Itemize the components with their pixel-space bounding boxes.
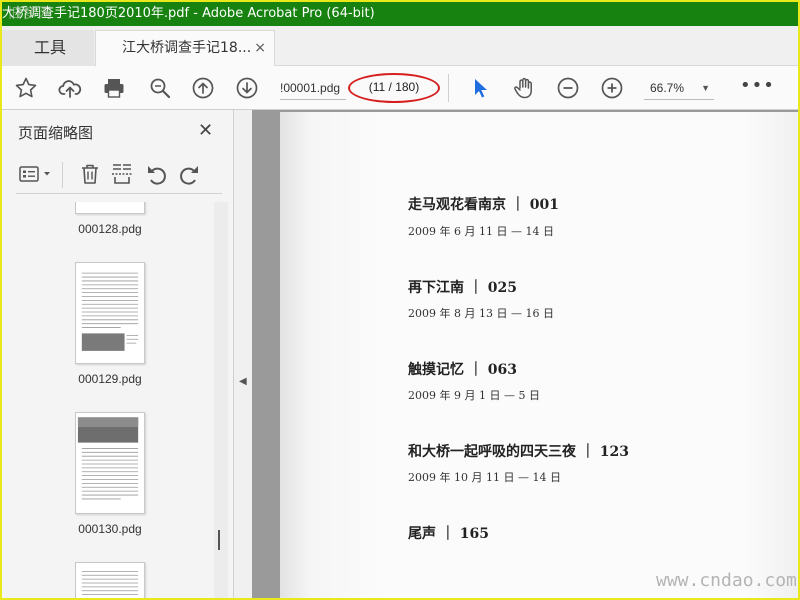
tab-bar: 工具 江大桥调查手记18... × xyxy=(2,26,798,67)
page-name-field[interactable]: !00001.pdg xyxy=(280,76,346,100)
zoom-out-icon[interactable] xyxy=(556,76,580,100)
star-icon[interactable] xyxy=(14,76,38,100)
thumbnail-image-000131[interactable] xyxy=(75,562,145,598)
toc-entry-title: 尾声 ｜ 165 xyxy=(408,526,489,542)
window-title: 大桥调查手记180页2010年.pdf - Adobe Acrobat Pro … xyxy=(2,6,375,21)
thumbnail-image-000127[interactable] xyxy=(75,202,145,214)
upload-cloud-icon[interactable] xyxy=(58,76,82,100)
rotate-left-icon[interactable] xyxy=(144,162,168,186)
extract-icon[interactable] xyxy=(110,162,134,186)
thumbnail-label: 000130.pdg xyxy=(78,522,142,536)
zoom-level-select[interactable]: 66.7% ▼ xyxy=(644,76,714,100)
thumbnail-scrollbar-thumb[interactable] xyxy=(218,530,220,550)
arrow-down-circle-icon[interactable] xyxy=(235,76,259,100)
delete-icon[interactable] xyxy=(78,162,102,186)
arrow-up-circle-icon[interactable] xyxy=(191,76,215,100)
tab-tools[interactable]: 工具 xyxy=(2,30,94,66)
logo-watermark: 旧梦网 xyxy=(8,6,53,22)
site-watermark: www.cndao.com xyxy=(656,570,797,591)
app-window: 大桥调查手记180页2010年.pdf - Adobe Acrobat Pro … xyxy=(0,0,800,600)
page-count-indicator: (11 / 180) xyxy=(348,73,440,103)
chevron-left-icon[interactable]: ◀ xyxy=(239,376,247,387)
main-toolbar: !00001.pdg (11 / 180) 66.7% ▼ ••• xyxy=(2,66,798,110)
pane-collapse-strip[interactable] xyxy=(234,110,252,598)
more-tools-icon[interactable]: ••• xyxy=(740,76,775,96)
print-icon[interactable] xyxy=(102,76,126,100)
thumbnail-toolbar xyxy=(16,158,222,194)
select-cursor-icon[interactable] xyxy=(468,76,492,100)
toc-entry-date: 2009 年 8 月 13 日 — 16 日 xyxy=(408,307,554,320)
tab-tools-label: 工具 xyxy=(34,38,67,57)
tab-document[interactable]: 江大桥调查手记18... × xyxy=(95,30,275,67)
thumbnail-toolbar-divider xyxy=(62,162,63,188)
thumbnail-label: 000129.pdg xyxy=(78,372,142,386)
options-icon[interactable] xyxy=(18,162,54,186)
toolbar-divider xyxy=(448,74,449,102)
chevron-down-icon: ▼ xyxy=(701,83,710,93)
title-bar: 大桥调查手记180页2010年.pdf - Adobe Acrobat Pro … xyxy=(2,2,798,26)
toc-entry-date: 2009 年 10 月 11 日 — 14 日 xyxy=(408,471,561,484)
rotate-right-icon[interactable] xyxy=(178,162,202,186)
thumbnail-scrollbar[interactable] xyxy=(214,202,228,598)
tab-document-label: 江大桥调查手记18... xyxy=(122,40,252,56)
thumbnail-image-000129[interactable] xyxy=(75,262,145,364)
toc-entry-title: 再下江南 ｜ 025 xyxy=(408,280,517,296)
tab-close-icon[interactable]: × xyxy=(254,31,266,65)
toc-entry-title: 走马观花看南京 ｜ 001 xyxy=(408,197,559,213)
thumbnail-list: 000128.pdg 000129.pdg 000130.pdg xyxy=(2,202,214,598)
zoom-level-value: 66.7% xyxy=(650,81,685,95)
toc-entry-date: 2009 年 9 月 1 日 — 5 日 xyxy=(408,389,540,402)
hand-icon[interactable] xyxy=(512,76,536,100)
close-icon[interactable]: ✕ xyxy=(198,120,213,141)
thumbnail-label: 000128.pdg xyxy=(78,222,142,236)
toc-entry-title: 和大桥一起呼吸的四天三夜 ｜ 123 xyxy=(408,444,629,460)
zoom-in-icon[interactable] xyxy=(600,76,624,100)
pdf-page xyxy=(280,112,798,598)
search-zoom-icon[interactable] xyxy=(148,76,172,100)
thumbnail-image-000130[interactable] xyxy=(75,412,145,514)
thumbnail-pane-title: 页面缩略图 xyxy=(18,124,94,142)
toc-entry-date: 2009 年 6 月 11 日 — 14 日 xyxy=(408,225,554,238)
toc-entry-title: 触摸记忆 ｜ 063 xyxy=(408,362,517,378)
thumbnail-pane: 页面缩略图 ✕ 000128.pdg 000129.pdg 000130.pdg xyxy=(2,110,234,598)
